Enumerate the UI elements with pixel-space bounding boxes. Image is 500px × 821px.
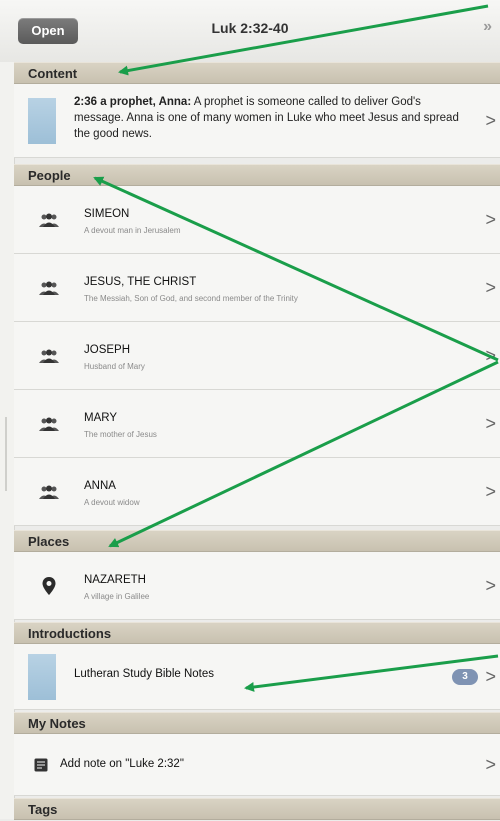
- double-chevron-right-icon[interactable]: »: [483, 18, 492, 36]
- list-item-person[interactable]: ANNA A devout widow >: [14, 458, 500, 526]
- content-item-text: 2:36 a prophet, Anna: A prophet is someo…: [74, 94, 460, 142]
- page-title: Luk 2:32-40: [211, 20, 289, 36]
- place-desc: A village in Galilee: [84, 592, 150, 601]
- top-toolbar: Open Luk 2:32-40 »: [0, 0, 500, 63]
- chevron-right-icon: >: [485, 209, 496, 229]
- section-header-content: Content: [14, 62, 500, 84]
- count-badge: 3: [452, 668, 478, 685]
- section-header-introductions: Introductions: [14, 622, 500, 644]
- person-desc: A devout man in Jerusalem: [84, 226, 181, 235]
- content-item-ref: 2:36 a prophet, Anna:: [74, 96, 192, 108]
- chevron-right-icon: >: [485, 277, 496, 297]
- introduction-label: Lutheran Study Bible Notes: [74, 668, 215, 680]
- people-icon: [39, 281, 59, 295]
- person-name: JOSEPH: [84, 344, 131, 356]
- chevron-right-icon: >: [485, 413, 496, 433]
- people-icon: [39, 485, 59, 499]
- list-item-place[interactable]: NAZARETH A village in Galilee >: [14, 552, 500, 620]
- people-icon: [39, 417, 59, 431]
- person-desc: A devout widow: [84, 498, 140, 507]
- resize-handle[interactable]: [5, 417, 7, 491]
- person-desc: Husband of Mary: [84, 362, 145, 371]
- person-desc: The mother of Jesus: [84, 430, 157, 439]
- chevron-right-icon: >: [485, 345, 496, 365]
- add-note-row[interactable]: Add note on "Luke 2:32" >: [14, 734, 500, 796]
- content-thumbnail: [28, 97, 56, 144]
- chevron-right-icon: >: [485, 666, 496, 686]
- list-item-person[interactable]: SIMEON A devout man in Jerusalem >: [14, 186, 500, 254]
- book-thumbnail: [28, 653, 56, 700]
- add-note-label: Add note on "Luke 2:32": [60, 758, 184, 770]
- person-name: MARY: [84, 412, 118, 424]
- people-icon: [39, 349, 59, 363]
- list-item-person[interactable]: MARY The mother of Jesus >: [14, 390, 500, 458]
- list-item-person[interactable]: JOSEPH Husband of Mary >: [14, 322, 500, 390]
- chevron-right-icon: >: [485, 754, 496, 774]
- list-item-person[interactable]: JESUS, THE CHRIST The Messiah, Son of Go…: [14, 254, 500, 322]
- note-icon: [34, 758, 48, 771]
- section-header-places: Places: [14, 530, 500, 552]
- list-item-introduction[interactable]: Lutheran Study Bible Notes 3 >: [14, 644, 500, 710]
- map-pin-icon: [42, 576, 56, 595]
- chevron-right-icon: >: [485, 481, 496, 501]
- person-name: ANNA: [84, 480, 116, 492]
- chevron-right-icon: >: [485, 575, 496, 595]
- person-name: JESUS, THE CHRIST: [84, 276, 197, 288]
- people-icon: [39, 213, 59, 227]
- left-pane-edge: [0, 62, 15, 819]
- section-header-people: People: [14, 164, 500, 186]
- section-header-tags: Tags: [14, 798, 500, 820]
- content-item-row[interactable]: 2:36 a prophet, Anna: A prophet is someo…: [14, 84, 500, 158]
- section-header-my-notes: My Notes: [14, 712, 500, 734]
- person-name: SIMEON: [84, 208, 130, 220]
- open-button[interactable]: Open: [18, 18, 78, 44]
- person-desc: The Messiah, Son of God, and second memb…: [84, 294, 298, 303]
- place-name: NAZARETH: [84, 574, 146, 586]
- chevron-right-icon: >: [485, 110, 496, 130]
